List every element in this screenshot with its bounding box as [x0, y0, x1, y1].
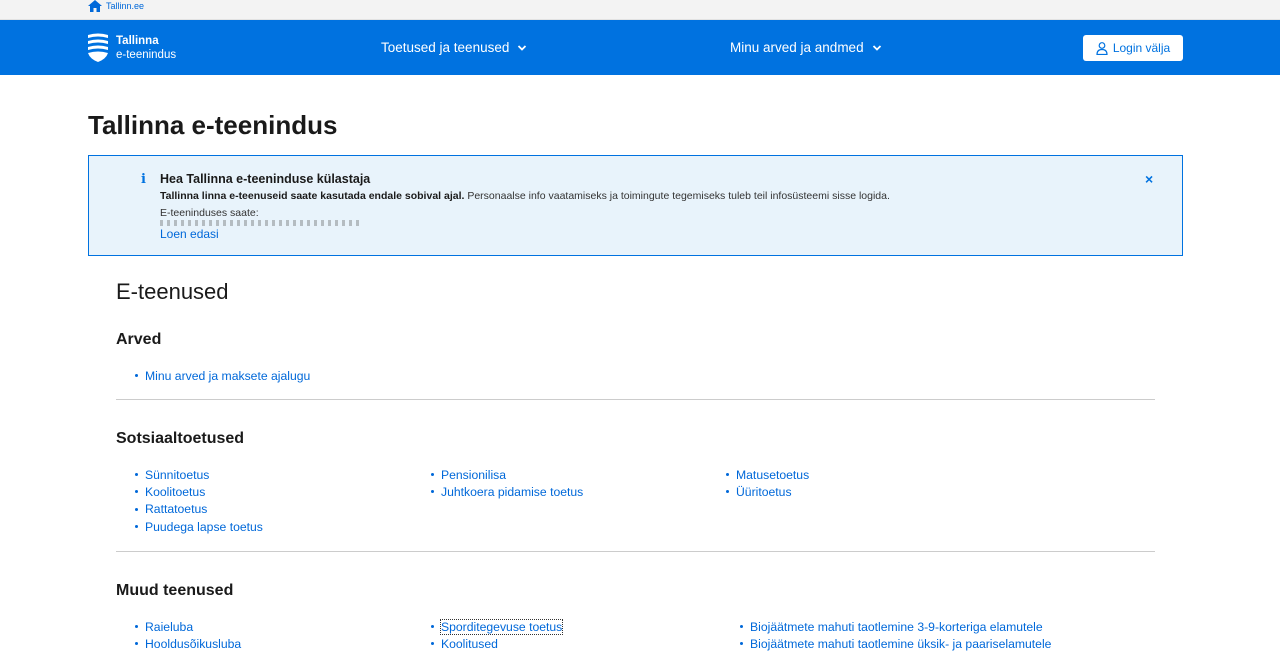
logout-button[interactable]: Login välja: [1083, 35, 1183, 61]
bullet: [740, 642, 743, 646]
sotsiaal-list-col-3: Matusetoetus Üüritoetus: [726, 466, 809, 501]
menu-minu-arved-ja-andmed[interactable]: Minu arved ja andmed: [730, 20, 882, 75]
list-item[interactable]: Biojäätmete mahuti taotlemine üksik- ja …: [740, 635, 1051, 651]
menu-toetused-ja-teenused[interactable]: Toetused ja teenused: [381, 20, 527, 75]
service-link[interactable]: Matusetoetus: [736, 468, 809, 482]
tallinn-home-link[interactable]: Tallinn.ee: [88, 0, 144, 12]
bullet: [740, 625, 743, 629]
notice-body: Tallinna linna e-teenuseid saate kasutad…: [160, 190, 890, 202]
main-navbar: Tallinna e-teenindus Toetused ja teenuse…: [0, 20, 1280, 75]
logout-label: Login välja: [1112, 41, 1171, 55]
bullet: [431, 625, 434, 629]
service-link[interactable]: Pensionilisa: [441, 468, 506, 482]
bullet: [431, 642, 434, 646]
service-link[interactable]: Biojäätmete mahuti taotlemine üksik- ja …: [750, 637, 1051, 651]
service-link[interactable]: Minu arved ja maksete ajalugu: [145, 369, 310, 383]
service-link[interactable]: Hooldusõikusluba: [145, 637, 241, 651]
muud-list-col-1: Raieluba Hooldusõikusluba: [135, 618, 241, 651]
service-link[interactable]: Puudega lapse toetus: [145, 520, 263, 534]
service-link[interactable]: Sporditegevuse toetus: [439, 618, 564, 635]
menu-toetused-label: Toetused ja teenused: [381, 40, 510, 55]
service-link[interactable]: Rattatoetus: [145, 502, 207, 516]
section-title-sotsiaaltoetused: Sotsiaaltoetused: [116, 430, 245, 447]
info-icon: i: [141, 172, 146, 187]
user-icon: [1096, 41, 1108, 55]
list-item[interactable]: Biojäätmete mahuti taotlemine 3-9-korter…: [740, 618, 1051, 635]
section-title-muud-teenused: Muud teenused: [116, 582, 234, 599]
sotsiaal-list-col-1: Sünnitoetus Koolitoetus Rattatoetus Puud…: [135, 466, 263, 535]
list-item[interactable]: Matusetoetus: [726, 466, 809, 483]
arved-list: Minu arved ja maksete ajalugu: [135, 367, 310, 384]
bullet: [135, 490, 138, 494]
menu-minu-arved-label: Minu arved ja andmed: [730, 40, 864, 55]
bullet: [135, 473, 138, 477]
list-item[interactable]: Puudega lapse toetus: [135, 518, 263, 535]
list-item[interactable]: Juhtkoera pidamise toetus: [431, 483, 583, 500]
logo-line-2: e-teenindus: [116, 48, 177, 61]
service-link[interactable]: Koolitoetus: [145, 485, 205, 499]
notice-body-bold: Tallinna linna e-teenuseid saate kasutad…: [160, 190, 465, 202]
bullet: [135, 525, 138, 529]
service-link[interactable]: Koolitused: [441, 637, 498, 651]
chevron-down-icon: [518, 44, 527, 51]
notice-title: Hea Tallinna e-teeninduse külastaja: [160, 172, 371, 186]
list-item[interactable]: Hooldusõikusluba: [135, 635, 241, 651]
bullet: [135, 642, 138, 646]
home-link-label: Tallinn.ee: [106, 1, 145, 11]
bullet: [135, 374, 138, 378]
list-item[interactable]: Koolitused: [431, 635, 562, 651]
site-logo[interactable]: Tallinna e-teenindus: [88, 33, 176, 62]
sotsiaal-list-col-2: Pensionilisa Juhtkoera pidamise toetus: [431, 466, 583, 501]
bullet: [431, 490, 434, 494]
list-item[interactable]: Üüritoetus: [726, 483, 809, 500]
list-item[interactable]: Raieluba: [135, 618, 241, 635]
list-item[interactable]: Koolitoetus: [135, 483, 263, 500]
muud-list-col-3: Biojäätmete mahuti taotlemine 3-9-korter…: [740, 618, 1051, 651]
service-link[interactable]: Raieluba: [145, 620, 193, 634]
list-item[interactable]: Sünnitoetus: [135, 466, 263, 483]
service-link[interactable]: Biojäätmete mahuti taotlemine 3-9-korter…: [750, 620, 1043, 634]
notice-body-line-2: E-teeninduses saate:: [160, 207, 259, 219]
chevron-down-icon: [872, 44, 881, 51]
close-icon[interactable]: ×: [1145, 171, 1153, 187]
divider: [116, 399, 1155, 400]
list-item[interactable]: Pensionilisa: [431, 466, 583, 483]
notice-body-rest: Personaalse info vaatamiseks ja toimingu…: [464, 190, 890, 202]
service-link[interactable]: Sünnitoetus: [145, 468, 209, 482]
home-icon: [88, 0, 102, 12]
notice-truncated-text: [160, 220, 360, 226]
list-item[interactable]: Minu arved ja maksete ajalugu: [135, 367, 310, 384]
list-item[interactable]: Sporditegevuse toetus: [431, 618, 564, 635]
bullet: [726, 473, 729, 477]
page-title: Tallinna e-teenindus: [88, 110, 338, 140]
list-item[interactable]: Rattatoetus: [135, 501, 263, 518]
tallinn-shield-icon: [88, 33, 108, 62]
info-notice: i Hea Tallinna e-teeninduse külastaja Ta…: [88, 155, 1183, 256]
section-title-arved: Arved: [116, 331, 162, 348]
service-link[interactable]: Üüritoetus: [736, 485, 792, 499]
logo-line-1: Tallinna: [116, 34, 159, 47]
bullet: [135, 625, 138, 629]
bullet: [135, 507, 138, 511]
logo-text: Tallinna e-teenindus: [116, 34, 176, 62]
services-title: E-teenused: [116, 279, 229, 304]
bullet: [726, 490, 729, 494]
divider: [116, 551, 1155, 552]
top-strip: Tallinn.ee: [0, 0, 1280, 20]
read-more-link[interactable]: Loen edasi: [160, 227, 219, 241]
bullet: [431, 473, 434, 477]
muud-list-col-2: Sporditegevuse toetus Koolitused: [431, 618, 564, 651]
service-link[interactable]: Juhtkoera pidamise toetus: [441, 485, 583, 499]
